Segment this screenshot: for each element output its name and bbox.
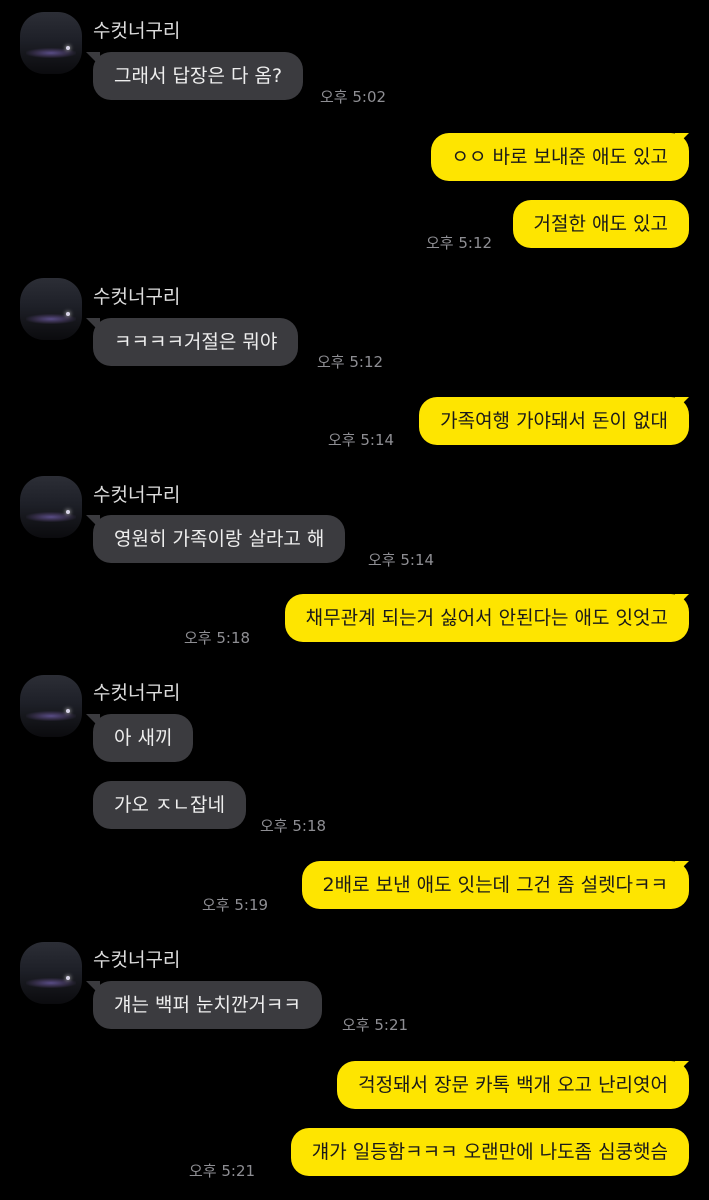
message-bubble-incoming[interactable]: 아 새끼 [93,714,194,762]
profile-avatar[interactable] [20,942,82,1004]
profile-avatar[interactable] [20,278,82,340]
message-timestamp: 오후 5:18 [184,629,251,647]
message-timestamp: 오후 5:12 [317,353,384,371]
message-bubble-outgoing[interactable]: ㅇㅇ 바로 보내준 애도 있고 [430,133,689,181]
profile-avatar[interactable] [20,675,82,737]
message-timestamp: 오후 5:12 [426,234,493,252]
message-bubble-outgoing[interactable]: 가족여행 가야돼서 돈이 없대 [419,397,689,445]
message-bubble-outgoing[interactable]: 채무관계 되는거 싫어서 안된다는 애도 잇엇고 [284,594,689,642]
message-bubble-incoming[interactable]: 그래서 답장은 다 옴? [93,52,304,100]
sender-name: 수컷너구리 [93,484,181,506]
message-bubble-outgoing[interactable]: 거절한 애도 있고 [512,200,689,248]
message-bubble-outgoing[interactable]: 2배로 보낸 애도 잇는데 그건 좀 설렛다ㅋㅋ [301,861,689,909]
message-timestamp: 오후 5:02 [320,88,387,106]
message-bubble-incoming[interactable]: ㅋㅋㅋㅋ거절은 뭐야 [93,318,299,366]
sender-name: 수컷너구리 [93,949,181,971]
message-timestamp: 오후 5:18 [260,817,327,835]
message-bubble-incoming[interactable]: 가오 ㅈㄴ잡네 [93,781,246,829]
message-timestamp: 오후 5:21 [189,1162,256,1180]
sender-name: 수컷너구리 [93,286,181,308]
message-bubble-incoming[interactable]: 걔는 백퍼 눈치깐거ㅋㅋ [93,981,322,1029]
profile-avatar[interactable] [20,12,82,74]
message-timestamp: 오후 5:19 [202,896,269,914]
chat-window: 수컷너구리 그래서 답장은 다 옴? 오후 5:02 ㅇㅇ 바로 보내준 애도 … [0,0,709,1200]
message-bubble-outgoing[interactable]: 걱정돼서 장문 카톡 백개 오고 난리엿어 [337,1061,689,1109]
sender-name: 수컷너구리 [93,682,181,704]
message-bubble-incoming[interactable]: 영원히 가족이랑 살라고 해 [93,515,346,563]
profile-avatar[interactable] [20,476,82,538]
sender-name: 수컷너구리 [93,20,181,42]
message-timestamp: 오후 5:14 [328,431,395,449]
message-bubble-outgoing[interactable]: 걔가 일등함ㅋㅋㅋ 오랜만에 나도좀 심쿵햇슴 [290,1128,689,1176]
message-timestamp: 오후 5:21 [342,1016,409,1034]
message-timestamp: 오후 5:14 [368,551,435,569]
